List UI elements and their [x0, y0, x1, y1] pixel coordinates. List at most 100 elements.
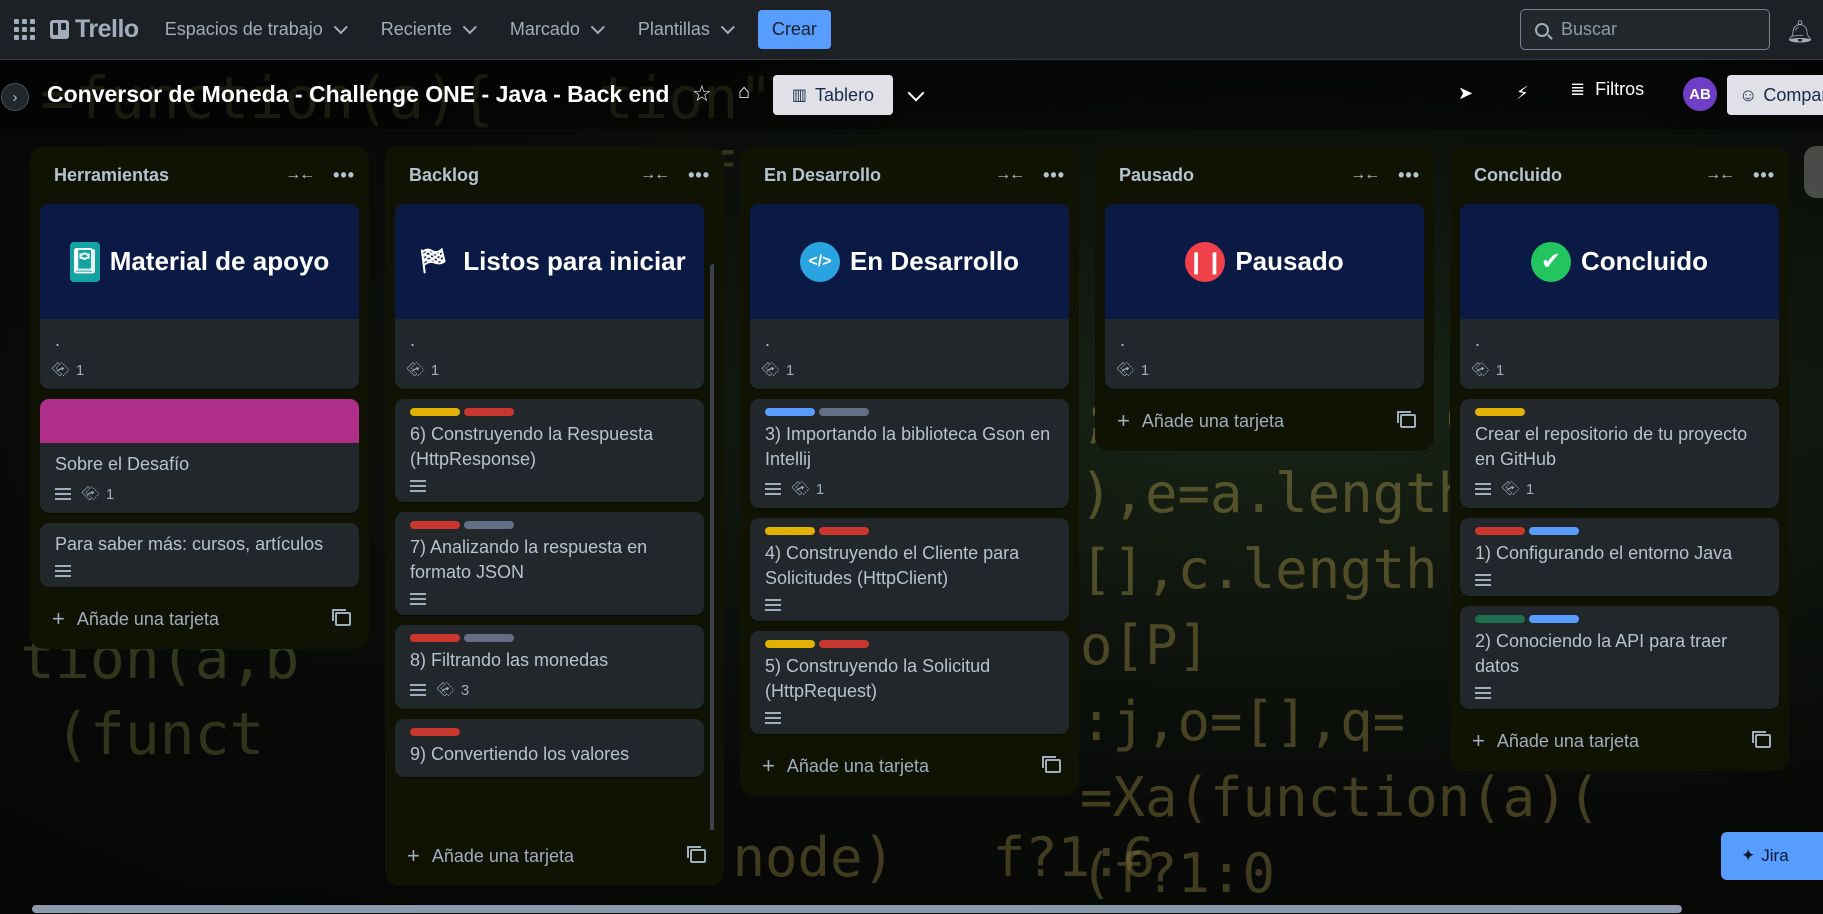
label-red[interactable]: [410, 521, 460, 529]
list-scrollbar[interactable]: [710, 264, 714, 830]
add-member-icon: ☺: [1739, 84, 1758, 105]
nav-workspaces[interactable]: Espacios de trabajo: [153, 13, 355, 46]
filters-button[interactable]: ≣ Filtros: [1570, 79, 1644, 100]
nav-templates[interactable]: Plantillas: [626, 13, 742, 46]
create-from-template-icon[interactable]: [1042, 756, 1061, 773]
board-horizontal-scrollbar[interactable]: [32, 905, 1682, 913]
card-para-saber-mas[interactable]: Para saber más: cursos, artículos: [40, 523, 359, 587]
create-from-template-icon[interactable]: [332, 609, 351, 626]
list-herramientas: Herramientas →← ••• 📔︎ Material de apoyo…: [30, 146, 369, 649]
card-4-construyendo-cliente[interactable]: 4) Construyendo el Cliente para Solicitu…: [750, 518, 1069, 621]
label-yellow[interactable]: [410, 408, 460, 416]
card-pausado-cover[interactable]: ❙❙ Pausado . ⎘ 1: [1105, 204, 1424, 389]
expand-sidebar-button[interactable]: ›: [1, 83, 29, 111]
nav-starred[interactable]: Marcado: [498, 13, 612, 46]
label-blue[interactable]: [1529, 527, 1579, 535]
card-8-filtrando-monedas[interactable]: 8) Filtrando las monedas ⎘ 3: [395, 625, 704, 709]
label-blue[interactable]: [765, 408, 815, 416]
card-3-importando-gson[interactable]: 3) Importando la biblioteca Gson en Inte…: [750, 399, 1069, 508]
card-7-analizando-json[interactable]: 7) Analizando la respuesta en formato JS…: [395, 512, 704, 615]
jira-label: Jira: [1761, 846, 1789, 865]
list-title[interactable]: Concluido: [1474, 165, 1705, 186]
avatar[interactable]: AB: [1683, 77, 1717, 111]
label-green[interactable]: [1475, 615, 1525, 623]
label-red[interactable]: [819, 527, 869, 535]
list-menu-icon[interactable]: •••: [688, 165, 710, 186]
label-yellow[interactable]: [1475, 408, 1525, 416]
board-title[interactable]: Conversor de Moneda - Challenge ONE - Ja…: [47, 81, 669, 108]
label-red[interactable]: [1475, 527, 1525, 535]
visibility-icon[interactable]: ⌂: [738, 81, 750, 104]
list-title[interactable]: Pausado: [1119, 165, 1350, 186]
card-material-de-apoyo[interactable]: 📔︎ Material de apoyo . ⎘ 1: [40, 204, 359, 389]
card-concluido-cover[interactable]: ✔ Concluido . ⎘ 1: [1460, 204, 1779, 389]
list-menu-icon[interactable]: •••: [1753, 165, 1775, 186]
cover-title: Listos para iniciar: [463, 246, 686, 276]
list-title[interactable]: Herramientas: [54, 165, 285, 186]
automation-icon[interactable]: ⚡: [1516, 83, 1529, 104]
label-gray[interactable]: [819, 408, 869, 416]
power-ups-icon[interactable]: ➤: [1458, 83, 1473, 104]
label-gray[interactable]: [464, 521, 514, 529]
views-chevron-icon[interactable]: [907, 84, 925, 102]
card-badges: [410, 593, 690, 605]
notebook-icon: 📔︎: [69, 241, 100, 282]
label-yellow[interactable]: [765, 640, 815, 648]
create-button[interactable]: Crear: [757, 10, 831, 49]
list-title[interactable]: En Desarrollo: [764, 165, 995, 186]
list-menu-icon[interactable]: •••: [333, 165, 355, 186]
label-yellow[interactable]: [765, 527, 815, 535]
paperclip-icon: ⎘: [1500, 478, 1522, 500]
share-button[interactable]: ☺ Compartir: [1727, 75, 1823, 115]
card-crear-repositorio[interactable]: Crear el repositorio de tu proyecto en G…: [1460, 399, 1779, 508]
create-from-template-icon[interactable]: [1397, 411, 1416, 428]
collapse-list-icon[interactable]: →←: [640, 166, 670, 184]
board-view-button[interactable]: ▥ Tablero: [773, 75, 893, 115]
card-5-construyendo-solicitud[interactable]: 5) Construyendo la Solicitud (HttpReques…: [750, 631, 1069, 734]
paperclip-icon: ⎘: [435, 679, 457, 701]
label-red[interactable]: [819, 640, 869, 648]
label-red[interactable]: [410, 634, 460, 642]
label-blue[interactable]: [1529, 615, 1579, 623]
card-sobre-el-desafio[interactable]: Sobre el Desafío ⎘ 1: [40, 399, 359, 513]
card-9-convirtiendo-valores[interactable]: 9) Convertiendo los valores: [395, 719, 704, 777]
add-card-button[interactable]: + Añade una tarjeta: [1105, 399, 1424, 443]
label-red[interactable]: [410, 728, 460, 736]
add-card-button[interactable]: + Añade una tarjeta: [750, 744, 1069, 788]
list-title[interactable]: Backlog: [409, 165, 640, 186]
card-title: Para saber más: cursos, artículos: [55, 534, 324, 554]
collapse-list-icon[interactable]: →←: [1705, 166, 1735, 184]
create-from-template-icon[interactable]: [1752, 731, 1771, 748]
collapse-list-icon[interactable]: →←: [1350, 166, 1380, 184]
create-from-template-icon[interactable]: [687, 846, 706, 863]
label-red[interactable]: [464, 408, 514, 416]
card-listos-para-iniciar[interactable]: 🏁︎ Listos para iniciar . ⎘ 1: [395, 204, 704, 389]
label-gray[interactable]: [464, 634, 514, 642]
notifications-icon[interactable]: 🔔︎: [1786, 19, 1814, 45]
add-list-button[interactable]: [1804, 146, 1823, 198]
list-cards-scroll[interactable]: 🏁︎ Listos para iniciar . ⎘ 1 6) Construye…: [395, 204, 714, 830]
trello-logo[interactable]: Trello: [50, 15, 139, 44]
attachments-badge: ⎘ 1: [1501, 478, 1535, 499]
nav-recent[interactable]: Reciente: [369, 13, 484, 46]
card-2-conociendo-api[interactable]: 2) Conociendo la API para traer datos: [1460, 606, 1779, 709]
search-input[interactable]: Buscar: [1520, 9, 1770, 50]
add-card-button[interactable]: + Añade una tarjeta: [40, 597, 359, 641]
list-menu-icon[interactable]: •••: [1043, 165, 1065, 186]
card-title: .: [1475, 330, 1481, 350]
search-placeholder: Buscar: [1561, 19, 1618, 39]
card-1-configurando-entorno[interactable]: 1) Configurando el entorno Java: [1460, 518, 1779, 596]
card-en-desarrollo-cover[interactable]: </> En Desarrollo . ⎘ 1: [750, 204, 1069, 389]
nav-workspaces-label: Espacios de trabajo: [164, 19, 323, 39]
list-menu-icon[interactable]: •••: [1398, 165, 1420, 186]
card-6-construyendo-respuesta[interactable]: 6) Construyendo la Respuesta (HttpRespon…: [395, 399, 704, 502]
collapse-list-icon[interactable]: →←: [995, 166, 1025, 184]
description-icon: [410, 480, 426, 492]
add-card-label: Añade una tarjeta: [786, 755, 929, 776]
star-icon[interactable]: ☆: [692, 81, 712, 107]
add-card-button[interactable]: + Añade una tarjeta: [395, 834, 714, 878]
add-card-button[interactable]: + Añade una tarjeta: [1460, 719, 1779, 763]
collapse-list-icon[interactable]: →←: [285, 166, 315, 184]
app-switcher-icon[interactable]: [14, 18, 36, 41]
jira-button[interactable]: ✦ Jira: [1721, 832, 1823, 880]
